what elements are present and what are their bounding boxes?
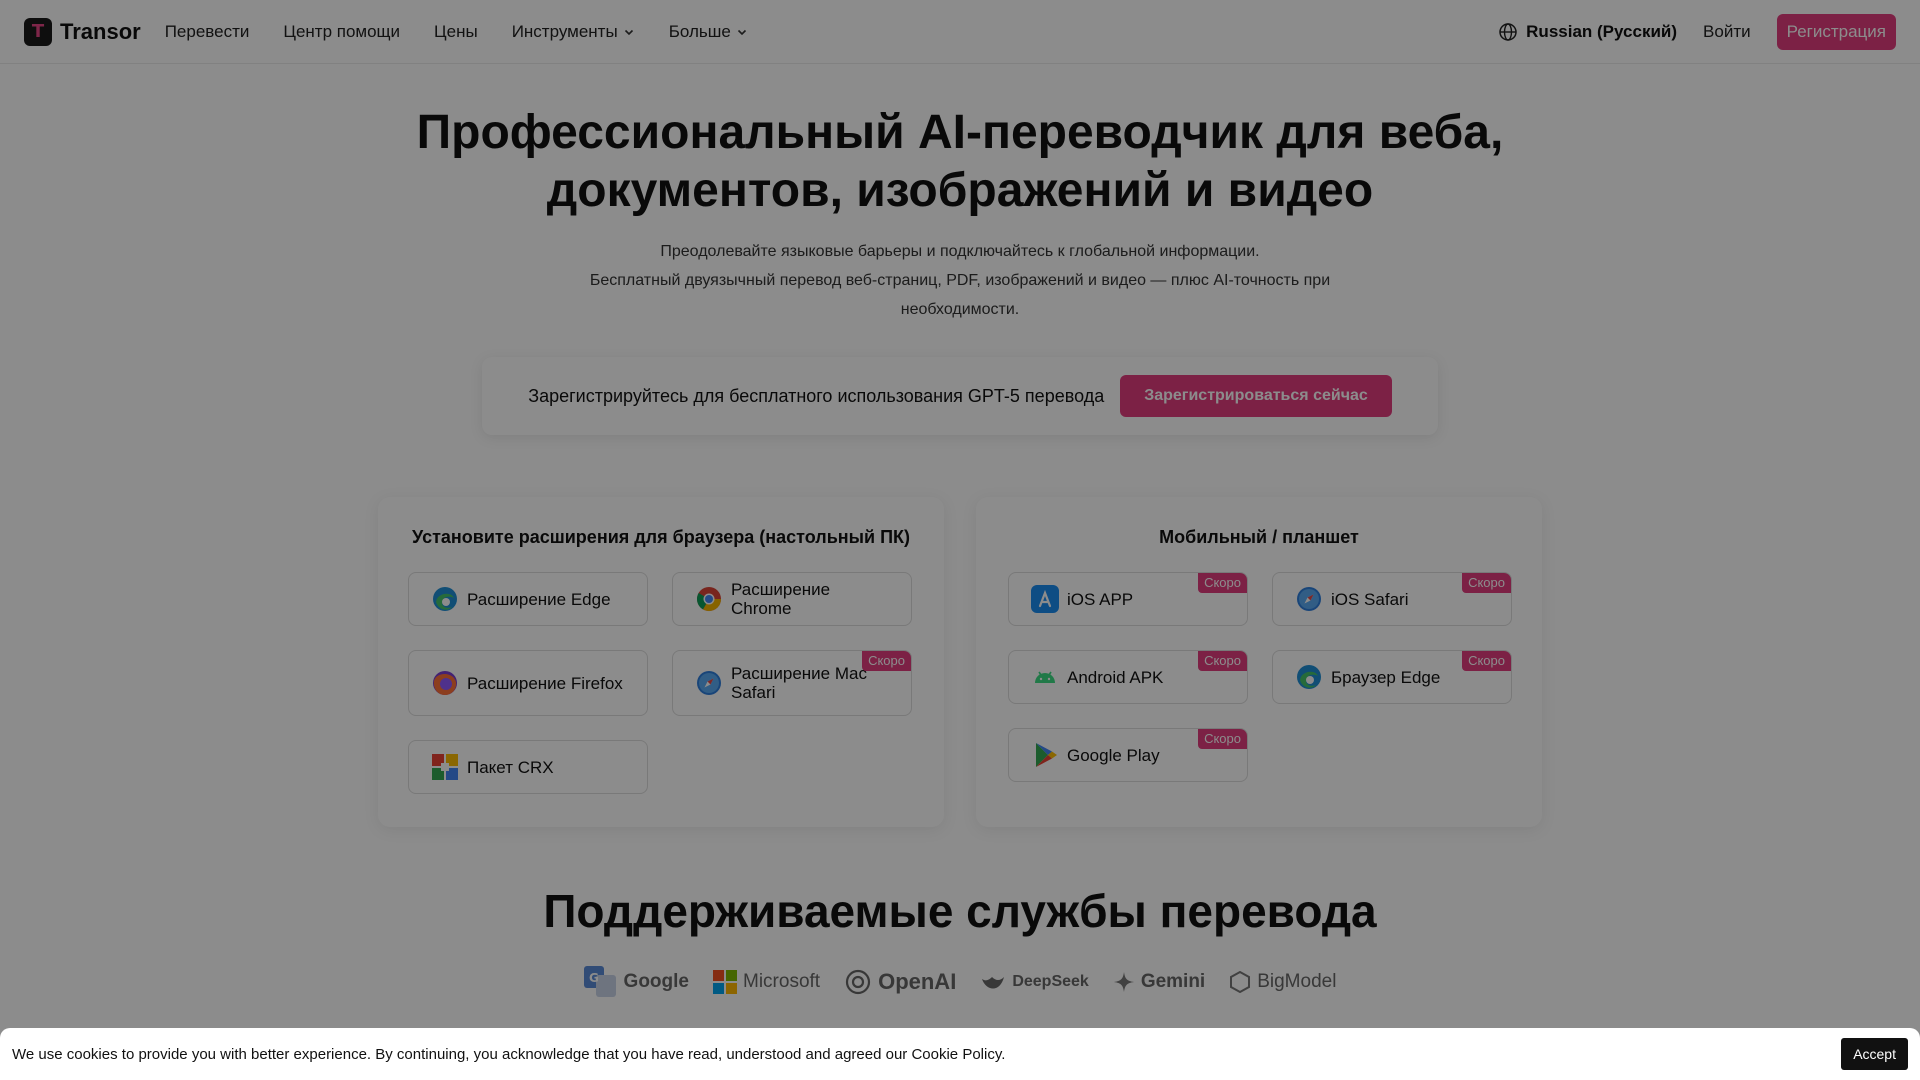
cookie-banner: We use cookies to provide you with bette… <box>0 1028 1920 1080</box>
accept-cookies-button[interactable]: Accept <box>1841 1038 1908 1070</box>
cookie-text: We use cookies to provide you with bette… <box>12 1045 1006 1063</box>
modal-overlay <box>0 0 1920 1080</box>
